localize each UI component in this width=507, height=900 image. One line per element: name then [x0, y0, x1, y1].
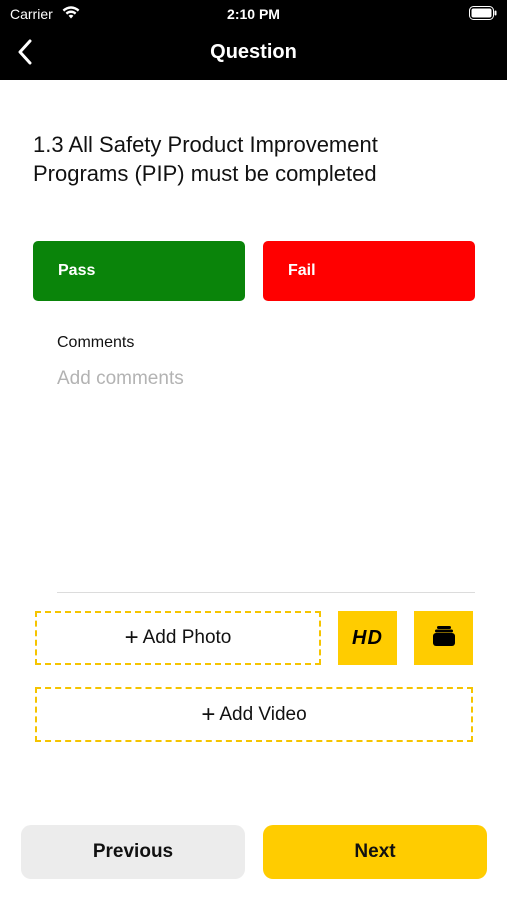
gallery-icon [432, 625, 455, 651]
comments-divider [57, 592, 475, 593]
status-time: 2:10 PM [227, 6, 280, 22]
add-video-label: Add Video [219, 703, 307, 725]
next-label: Next [354, 841, 396, 862]
question-title: 1.3 All Safety Product Improvement Progr… [33, 132, 378, 186]
status-bar: Carrier 2:10 PM [0, 0, 507, 28]
add-photo-label: Add Photo [142, 627, 232, 648]
plus-icon: + [124, 624, 139, 651]
plus-icon: + [201, 700, 216, 728]
pass-label: Pass [58, 262, 96, 279]
comments-input[interactable] [57, 368, 475, 588]
hd-toggle-button[interactable]: HD [338, 611, 397, 665]
fail-label: Fail [288, 262, 316, 279]
navigation-bar: Question [0, 28, 507, 80]
comments-label: Comments [57, 334, 135, 351]
previous-button[interactable]: Previous [21, 825, 245, 879]
add-photo-button[interactable]: + Add Photo [35, 611, 321, 665]
gallery-button[interactable] [414, 611, 473, 665]
next-button[interactable]: Next [263, 825, 487, 879]
hd-label: HD [352, 626, 383, 649]
battery-icon [469, 6, 497, 20]
fail-button[interactable]: Fail [263, 241, 475, 301]
add-video-button[interactable]: + Add Video [35, 687, 473, 742]
previous-label: Previous [92, 841, 174, 862]
pass-button[interactable]: Pass [33, 241, 245, 301]
page-title: Question [210, 41, 297, 63]
